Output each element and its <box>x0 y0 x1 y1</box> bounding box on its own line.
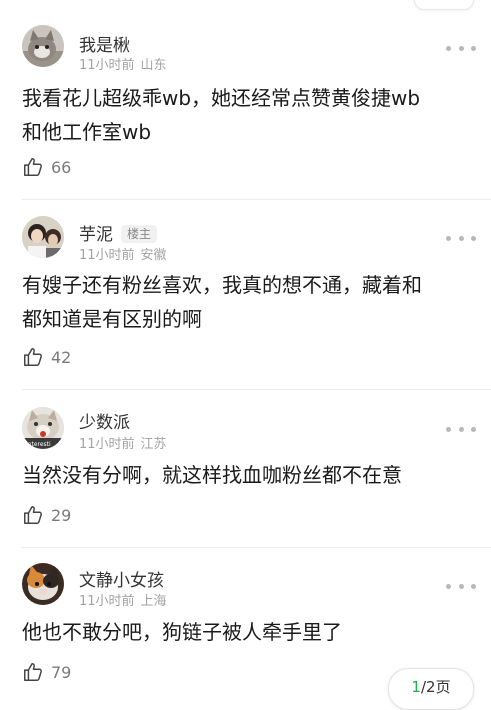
person-avatar[interactable] <box>22 216 64 258</box>
comment-meta: 11小时前 上海 <box>79 590 167 609</box>
comment-location: 山东 <box>140 58 167 73</box>
username-text[interactable]: 芋泥 <box>79 225 113 245</box>
comment-meta: 11小时前 安徽 <box>79 244 167 263</box>
comment-meta: 11小时前 山东 <box>79 54 167 73</box>
more-options-icon[interactable] <box>446 578 476 594</box>
current-page: 1 <box>411 678 421 696</box>
username[interactable]: 少数派 <box>79 408 130 433</box>
more-options-icon[interactable] <box>446 230 476 246</box>
comment-location: 安徽 <box>140 248 167 263</box>
page-indicator-button[interactable]: 1/2页 <box>388 668 474 710</box>
more-options-icon[interactable] <box>446 421 476 437</box>
username[interactable]: 芋泥 楼主 <box>79 220 158 245</box>
cat-avatar[interactable] <box>22 563 64 605</box>
comment-text: 他也不敢分吧，狗链子被人牵手里了 <box>22 615 472 649</box>
like-count: 42 <box>51 347 72 367</box>
comment-text-line: 有嫂子还有粉丝喜欢，我真的想不通，藏着和 <box>22 273 422 297</box>
divider <box>22 199 491 200</box>
thumbs-up-icon <box>24 663 42 681</box>
comment-text: 当然没有分啊，就这样找血咖粉丝都不在意 <box>22 458 472 492</box>
like-count: 29 <box>51 505 72 525</box>
comment-time: 11小时前 <box>79 248 135 263</box>
comment-location: 上海 <box>140 594 167 609</box>
comment-text-line: 当然没有分啊，就这样找血咖粉丝都不在意 <box>22 463 402 487</box>
thumbs-up-icon <box>24 506 42 524</box>
divider <box>22 389 491 390</box>
comment-meta: 11小时前 江苏 <box>79 433 167 452</box>
comment-text: 有嫂子还有粉丝喜欢，我真的想不通，藏着和 都知道是有区别的啊 <box>22 268 472 336</box>
like-button[interactable]: 66 <box>22 155 71 179</box>
comment-text: 我看花儿超级乖wb，她还经常点赞黄俊捷wb 和他工作室wb <box>22 81 472 149</box>
op-badge: 楼主 <box>121 225 158 243</box>
cat-avatar[interactable] <box>22 25 64 67</box>
thumbs-up-icon <box>24 348 42 366</box>
username[interactable]: 我是楸 <box>79 31 130 56</box>
thumbs-up-icon <box>24 158 42 176</box>
comment-text-line: 和他工作室wb <box>22 120 152 144</box>
page-total: /2页 <box>420 678 451 696</box>
comment-location: 江苏 <box>140 437 167 452</box>
more-options-icon[interactable] <box>446 40 476 56</box>
comment-time: 11小时前 <box>79 437 135 452</box>
divider <box>22 547 491 548</box>
like-button[interactable]: 79 <box>22 660 71 684</box>
like-button[interactable]: 42 <box>22 345 71 369</box>
username[interactable]: 文静小女孩 <box>79 566 164 591</box>
comment-text-line: 他也不敢分吧，狗链子被人牵手里了 <box>22 620 342 644</box>
cat-avatar[interactable]: interesti <box>22 407 64 449</box>
comment-text-line: 都知道是有区别的啊 <box>22 307 202 331</box>
comment-time: 11小时前 <box>79 594 135 609</box>
comment-text-line: 我看花儿超级乖wb，她还经常点赞黄俊捷wb <box>22 86 421 110</box>
like-count: 66 <box>51 157 72 177</box>
top-floating-control <box>414 0 474 10</box>
like-button[interactable]: 29 <box>22 503 71 527</box>
like-count: 79 <box>51 662 72 682</box>
avatar-caption: interesti <box>26 441 51 448</box>
comment-time: 11小时前 <box>79 58 135 73</box>
